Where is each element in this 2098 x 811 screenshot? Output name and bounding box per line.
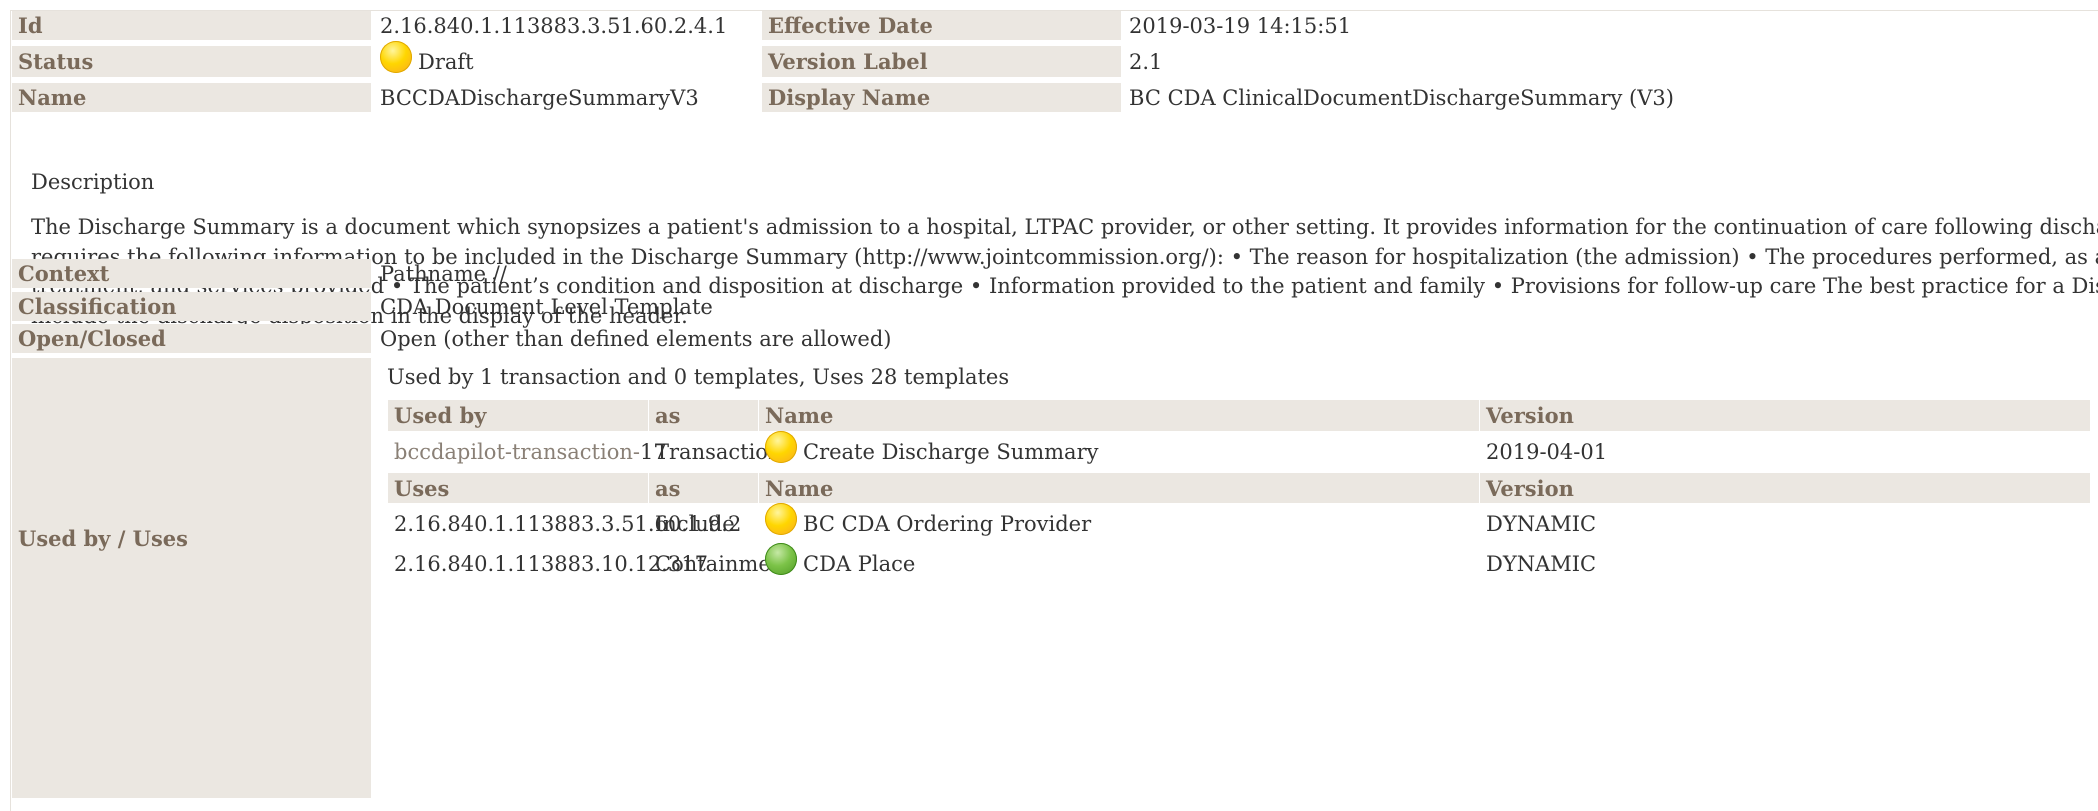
used-by-version-header: Version [1480, 400, 2090, 431]
yellow-circle-icon [765, 503, 797, 535]
display-name-value: BC CDA ClinicalDocumentDischargeSummary … [1129, 85, 1674, 110]
uses-row-name[interactable]: CDA Place [759, 543, 1479, 579]
uses-as-header: as [649, 473, 758, 503]
display-name-label: Display Name [762, 83, 1121, 112]
uses-row-id[interactable]: 2.16.840.1.113883.3.51.60.1.9.2 [388, 509, 741, 539]
uses-row-id[interactable]: 2.16.840.1.113883.10.12.317 [388, 549, 708, 579]
effective-date-label: Effective Date [762, 11, 1121, 40]
id-label: Id [12, 11, 371, 40]
uses-name-header: Name [759, 473, 1479, 503]
uses-row-version: DYNAMIC [1486, 512, 1597, 536]
used-by-header: Used by [388, 400, 648, 431]
green-circle-icon [765, 543, 797, 575]
transaction-id-link[interactable]: bccdapilot-transaction- [394, 440, 640, 464]
name-value: BCCDADischargeSummaryV3 [380, 85, 699, 110]
classification-value: CDA Document Level Template [380, 294, 713, 319]
used-by-row-id[interactable]: bccdapilot-transaction- 17 [388, 437, 667, 467]
classification-label: Classification [12, 292, 371, 321]
used-by-row-name-text[interactable]: Create Discharge Summary [803, 440, 1098, 464]
uses-row-name-text[interactable]: CDA Place [803, 552, 915, 576]
version-label-value: 2.1 [1129, 49, 1163, 74]
uses-header: Uses [388, 473, 648, 503]
uses-row-name-text[interactable]: BC CDA Ordering Provider [803, 512, 1091, 536]
description-line: The Discharge Summary is a document whic… [31, 215, 2098, 239]
open-closed-value: Open (other than defined elements are al… [380, 326, 892, 351]
yellow-circle-icon [765, 431, 797, 463]
id-value: 2.16.840.1.113883.3.51.60.2.4.1 [380, 13, 728, 38]
uses-row-as: Containment [655, 552, 793, 576]
effective-date-value: 2019-03-19 14:15:51 [1129, 13, 1352, 38]
description-title: Description [31, 170, 155, 194]
used-by-as-header: as [649, 400, 758, 431]
used-by-name-header: Name [759, 400, 1479, 431]
name-label: Name [12, 83, 371, 112]
uses-row-version: DYNAMIC [1486, 552, 1597, 576]
context-value: Pathname // [380, 261, 507, 286]
yellow-circle-icon [380, 40, 412, 73]
context-label: Context [12, 259, 371, 288]
status-value: Draft [380, 40, 755, 77]
version-label-label: Version Label [762, 46, 1121, 77]
used-by-row-as: Transaction [655, 440, 782, 464]
status-text: Draft [418, 49, 474, 74]
uses-row-as: Include [655, 512, 735, 536]
used-by-row-name[interactable]: Create Discharge Summary [759, 431, 1479, 467]
used-by-uses-label: Used by / Uses [12, 358, 371, 798]
status-label: Status [12, 46, 371, 77]
used-by-row-version: 2019-04-01 [1486, 440, 1608, 464]
uses-version-header: Version [1480, 473, 2090, 503]
uses-row-name[interactable]: BC CDA Ordering Provider [759, 503, 1479, 539]
open-closed-label: Open/Closed [12, 324, 371, 353]
usage-summary: Used by 1 transaction and 0 templates, U… [387, 365, 1010, 389]
